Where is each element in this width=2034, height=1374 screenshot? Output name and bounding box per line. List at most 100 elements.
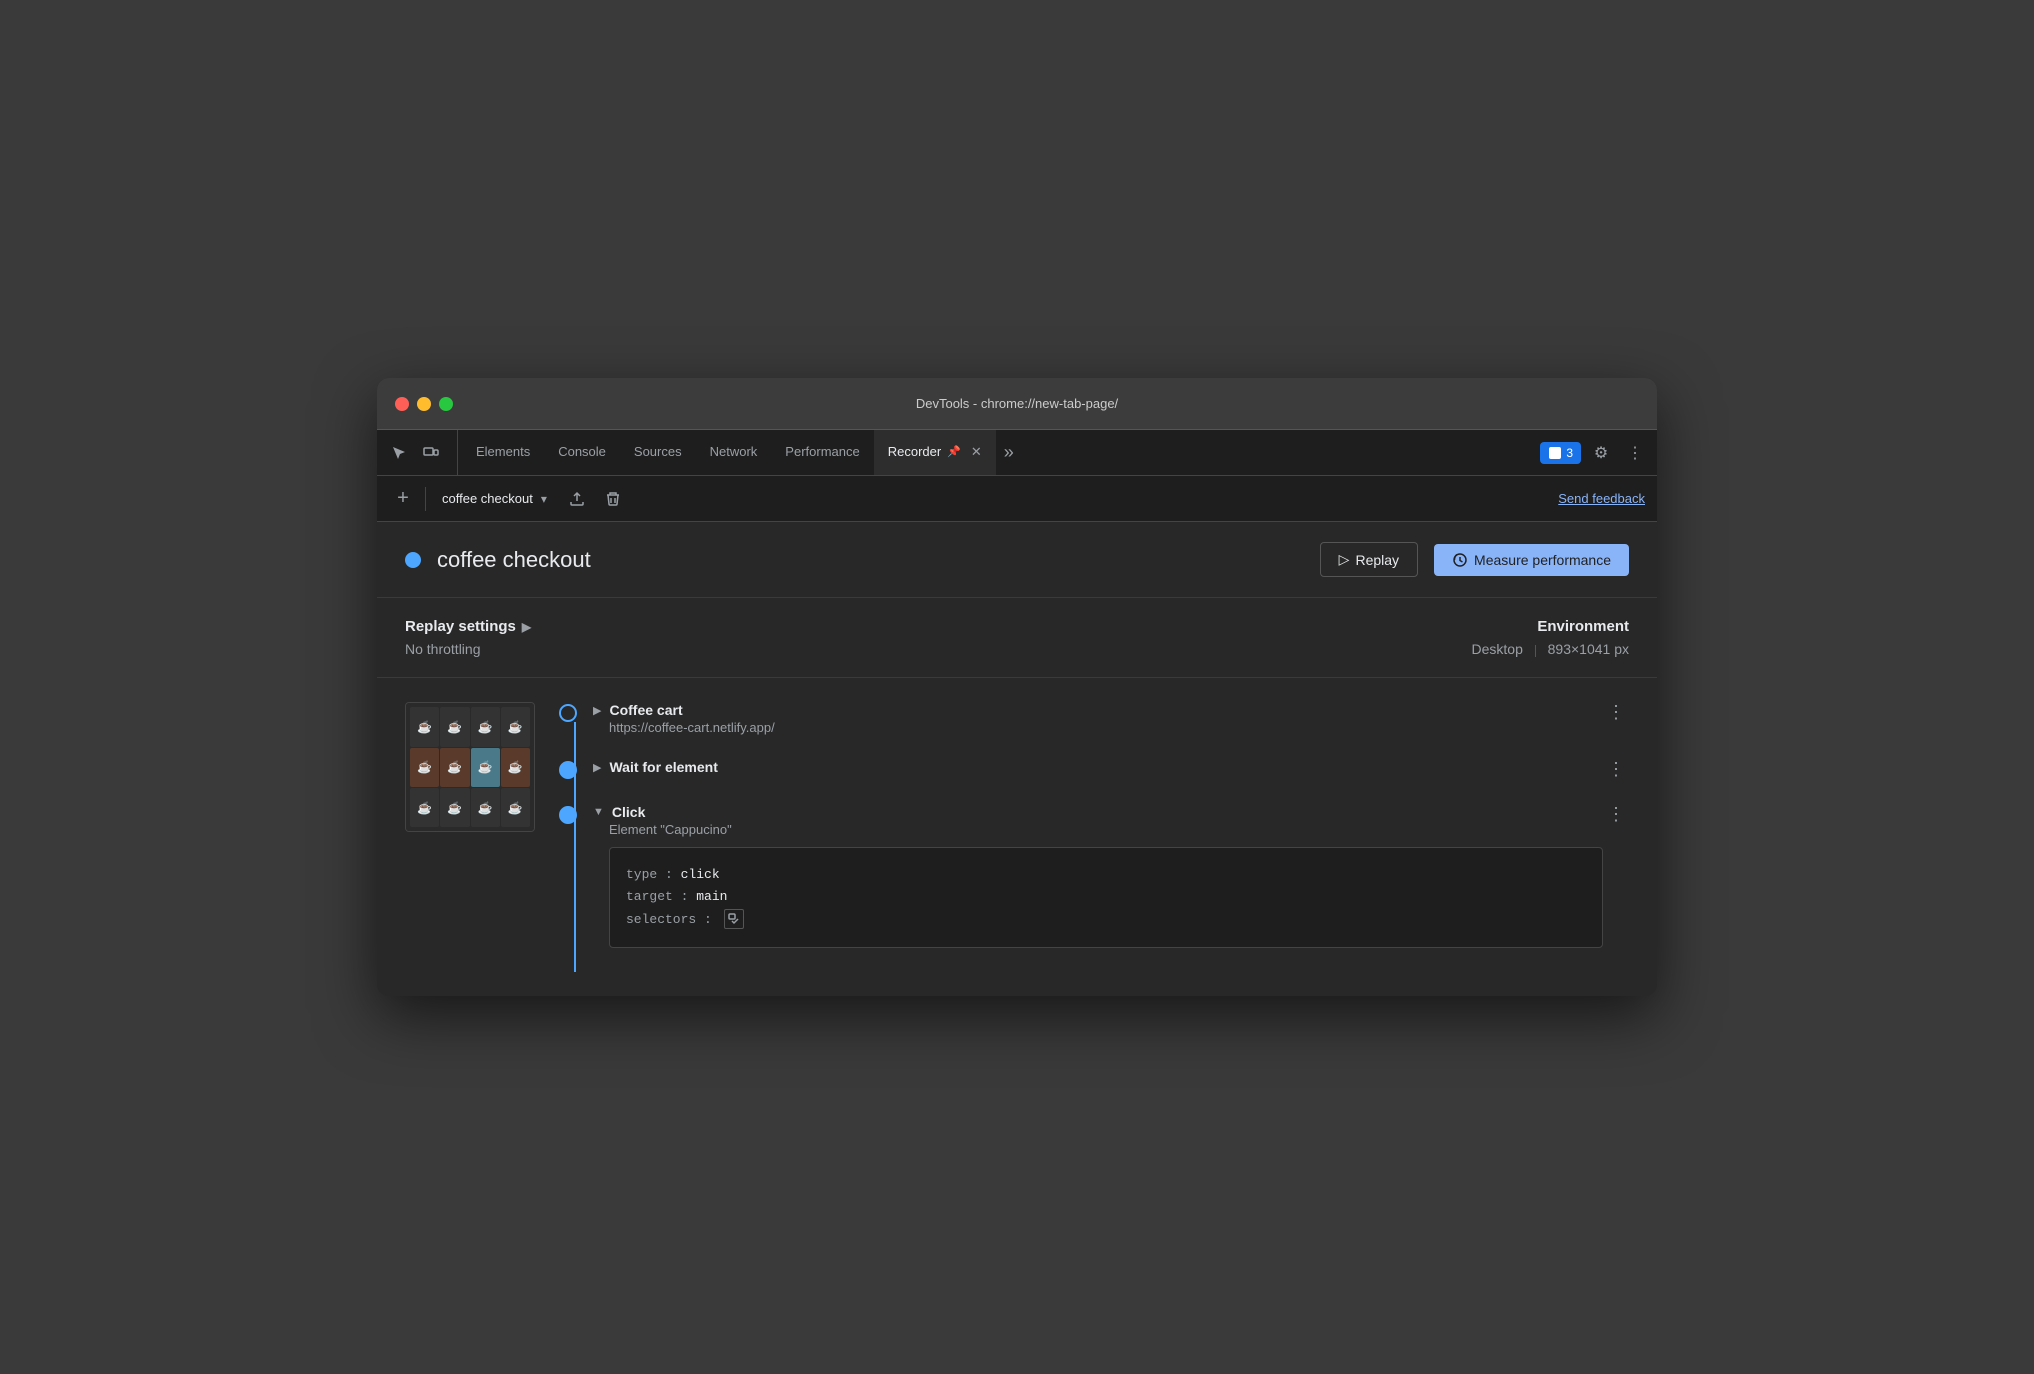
step-item-click: ▼ Click Element "Cappucino" type : click <box>559 804 1629 947</box>
step-node-2 <box>559 761 577 779</box>
code-line-target: target : main <box>626 886 1586 908</box>
coffee-item: ☕ <box>410 748 439 787</box>
main-content: coffee checkout ▷ Replay Measure perform… <box>377 522 1657 995</box>
issues-icon <box>1548 446 1562 460</box>
step-more-menu-1[interactable]: ⋮ <box>1603 702 1629 723</box>
devtools-window: DevTools - chrome://new-tab-page/ Elemen… <box>377 378 1657 995</box>
traffic-lights <box>395 397 453 411</box>
coffee-item: ☕ <box>440 707 469 746</box>
screenshot-thumbnail: ☕ ☕ ☕ ☕ ☕ ☕ ☕ ☕ ☕ ☕ ☕ ☕ <box>405 702 535 832</box>
coffee-item: ☕ <box>440 748 469 787</box>
step-url-1: https://coffee-cart.netlify.app/ <box>609 720 1603 735</box>
recording-header: coffee checkout ▷ Replay Measure perform… <box>377 522 1657 598</box>
add-recording-button[interactable]: + <box>389 485 417 513</box>
coffee-item: ☕ <box>410 788 439 827</box>
coffee-item: ☕ <box>501 788 530 827</box>
recorder-close-icon[interactable]: ✕ <box>971 444 982 460</box>
environment-section: Environment Desktop 893×1041 px <box>1017 618 1629 657</box>
coffee-item: ☕ <box>440 788 469 827</box>
export-icon <box>569 491 585 507</box>
coffee-item: ☕ <box>471 707 500 746</box>
chevron-down-icon: ▾ <box>541 492 547 506</box>
coffee-item: ☕ <box>471 788 500 827</box>
recorder-pin-icon: 📌 <box>947 445 961 458</box>
tab-console[interactable]: Console <box>544 430 620 475</box>
cursor-icon[interactable] <box>385 439 413 467</box>
throttle-value: No throttling <box>405 641 1017 657</box>
step-header-3: ▼ Click <box>593 804 1603 820</box>
settings-expand-icon: ▶ <box>522 620 531 634</box>
steps-section: ☕ ☕ ☕ ☕ ☕ ☕ ☕ ☕ ☕ ☕ ☕ ☕ <box>377 678 1657 995</box>
delete-icon <box>605 491 621 507</box>
coffee-item: ☕ <box>501 707 530 746</box>
device-icon[interactable] <box>417 439 445 467</box>
step-node-1 <box>559 704 577 722</box>
devtools-right-group: 3 ⚙ ⋮ <box>1540 430 1649 475</box>
recording-selector[interactable]: coffee checkout ▾ <box>434 487 555 510</box>
steps-timeline: ▶ Coffee cart https://coffee-cart.netlif… <box>559 702 1629 971</box>
environment-value: Desktop 893×1041 px <box>1017 641 1629 657</box>
step-content-2: ▶ Wait for element <box>593 759 1603 775</box>
step-header-2: ▶ Wait for element <box>593 759 1603 775</box>
minimize-button[interactable] <box>417 397 431 411</box>
issues-badge[interactable]: 3 <box>1540 442 1581 464</box>
code-key-type: type <box>626 867 657 882</box>
settings-button[interactable]: ⚙ <box>1587 439 1615 467</box>
measure-icon <box>1452 552 1468 568</box>
step-expand-icon-2[interactable]: ▶ <box>593 761 601 774</box>
step-item-coffee-cart: ▶ Coffee cart https://coffee-cart.netlif… <box>559 702 1629 735</box>
recording-status-dot <box>405 552 421 568</box>
step-code-block: type : click target : main selectors <box>609 847 1603 947</box>
code-line-type: type : click <box>626 864 1586 886</box>
replay-settings-section: Replay settings ▶ No throttling Environm… <box>377 598 1657 678</box>
code-key-selectors: selectors <box>626 912 696 927</box>
recorder-toolbar: + coffee checkout ▾ Send feedback <box>377 476 1657 522</box>
code-val-type: click <box>681 867 720 882</box>
step-expand-icon-3[interactable]: ▼ <box>593 806 604 818</box>
tab-sources[interactable]: Sources <box>620 430 696 475</box>
window-title: DevTools - chrome://new-tab-page/ <box>916 396 1118 411</box>
step-node-3 <box>559 806 577 824</box>
toolbar-divider <box>425 487 426 511</box>
tab-recorder[interactable]: Recorder 📌 ✕ <box>874 430 996 475</box>
replay-play-icon: ▷ <box>1339 551 1350 568</box>
recording-title: coffee checkout <box>437 547 1304 573</box>
env-divider <box>1535 645 1536 657</box>
close-button[interactable] <box>395 397 409 411</box>
send-feedback-link[interactable]: Send feedback <box>1558 491 1645 506</box>
replay-button[interactable]: ▷ Replay <box>1320 542 1418 577</box>
step-name-2: Wait for element <box>609 759 717 775</box>
code-line-selectors: selectors : <box>626 909 1586 931</box>
step-detail-3: Element "Cappucino" <box>609 822 1603 837</box>
coffee-grid: ☕ ☕ ☕ ☕ ☕ ☕ ☕ ☕ ☕ ☕ ☕ ☕ <box>406 703 534 831</box>
maximize-button[interactable] <box>439 397 453 411</box>
coffee-item: ☕ <box>471 748 500 787</box>
replay-settings-toggle[interactable]: Replay settings ▶ <box>405 618 1017 635</box>
devtools-more-button[interactable]: ⋮ <box>1621 439 1649 467</box>
step-header-1: ▶ Coffee cart <box>593 702 1603 718</box>
tab-network[interactable]: Network <box>696 430 772 475</box>
step-content-3: ▼ Click Element "Cappucino" type : click <box>593 804 1603 947</box>
measure-performance-button[interactable]: Measure performance <box>1434 544 1629 576</box>
tab-elements[interactable]: Elements <box>462 430 544 475</box>
step-name-1: Coffee cart <box>609 702 682 718</box>
settings-left: Replay settings ▶ No throttling <box>405 618 1017 657</box>
coffee-item: ☕ <box>410 707 439 746</box>
coffee-item: ☕ <box>501 748 530 787</box>
selector-icon[interactable] <box>724 909 744 929</box>
devtools-tabs-bar: Elements Console Sources Network Perform… <box>377 430 1657 476</box>
step-content-1: ▶ Coffee cart https://coffee-cart.netlif… <box>593 702 1603 735</box>
more-tabs-button[interactable]: » <box>996 430 1022 475</box>
export-button[interactable] <box>563 485 591 513</box>
step-name-3: Click <box>612 804 645 820</box>
step-expand-icon-1[interactable]: ▶ <box>593 704 601 717</box>
step-more-menu-3[interactable]: ⋮ <box>1603 804 1629 825</box>
step-more-menu-2[interactable]: ⋮ <box>1603 759 1629 780</box>
code-val-target: main <box>696 889 727 904</box>
environment-heading: Environment <box>1017 618 1629 635</box>
tab-performance[interactable]: Performance <box>771 430 873 475</box>
delete-button[interactable] <box>599 485 627 513</box>
code-key-target: target <box>626 889 673 904</box>
title-bar: DevTools - chrome://new-tab-page/ <box>377 378 1657 430</box>
step-item-wait: ▶ Wait for element ⋮ <box>559 759 1629 780</box>
